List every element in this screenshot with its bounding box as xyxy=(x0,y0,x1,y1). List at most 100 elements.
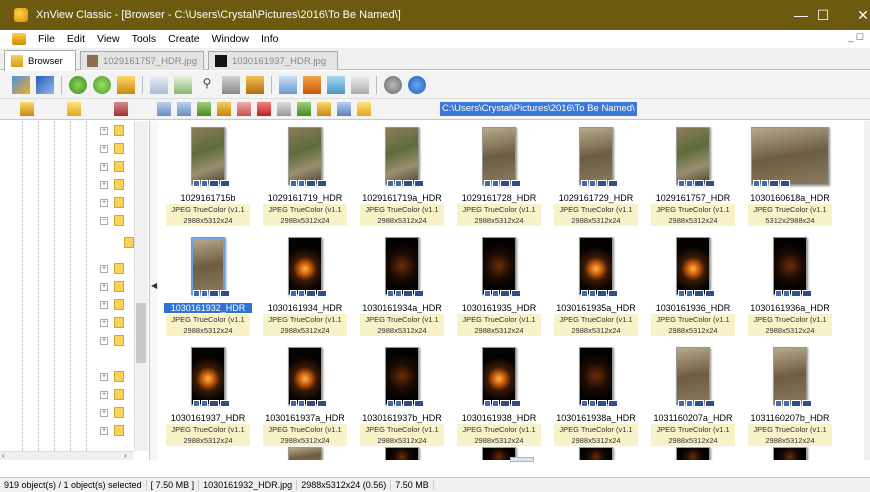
print-icon[interactable] xyxy=(222,75,240,94)
folder-icon[interactable] xyxy=(114,281,124,292)
tree-horizontal-scrollbar[interactable]: ‹ › xyxy=(0,451,134,460)
tab-image-2[interactable]: 1030161937_HDR.jpg xyxy=(208,51,338,70)
folder-icon[interactable] xyxy=(114,125,124,136)
grid-vertical-scrollbar[interactable] xyxy=(864,121,870,460)
thumbnail-item[interactable]: 1030161937_HDR JPEG TrueColor (v1.1 2988x5… xyxy=(160,341,256,449)
tree-scroll-thumb[interactable] xyxy=(136,303,146,363)
thumbnail-image[interactable] xyxy=(482,347,516,405)
thumbnail-item[interactable]: 1030161937b_HDR JPEG TrueColor (v1.1 2988x… xyxy=(354,341,450,449)
screen-icon[interactable] xyxy=(303,75,321,94)
folder-icon[interactable] xyxy=(114,215,124,226)
network-icon[interactable] xyxy=(327,75,345,94)
convert-icon[interactable] xyxy=(174,75,192,94)
tab-browser[interactable]: Browser xyxy=(4,50,76,71)
tree-expand-icon[interactable]: + xyxy=(100,181,108,189)
thumbnail-image[interactable] xyxy=(385,347,419,405)
up-folder-icon[interactable] xyxy=(197,102,211,116)
filter-icon[interactable] xyxy=(317,102,331,116)
thumbnail-image[interactable] xyxy=(676,127,710,185)
thumbnail-image[interactable] xyxy=(385,127,419,185)
scroll-left-icon[interactable]: ‹ xyxy=(2,451,5,460)
folder-icon[interactable] xyxy=(114,143,124,154)
tree-vertical-scrollbar[interactable] xyxy=(134,121,148,451)
thumbnail-item[interactable]: 1029161757_HDR JPEG TrueColor (v1.1 2988x5… xyxy=(645,121,741,229)
thumbnail-image[interactable] xyxy=(579,127,613,185)
open-image-icon[interactable] xyxy=(12,75,30,94)
thumbnail-image[interactable] xyxy=(751,127,829,185)
mdi-window-controls[interactable]: _ ☐ xyxy=(848,32,864,43)
new-folder-icon[interactable] xyxy=(217,102,231,116)
delete-icon[interactable] xyxy=(257,102,271,116)
thumbnail-item[interactable]: 1030161938_HDR JPEG TrueColor (v1.1 2988x5… xyxy=(451,341,547,449)
refresh-icon[interactable] xyxy=(69,75,87,94)
thumbnail-image[interactable] xyxy=(191,347,225,405)
add-favorite-icon[interactable] xyxy=(357,102,371,116)
thumbnail-item[interactable]: 1030161938a_HDR JPEG TrueColor (v1.1 2988x… xyxy=(548,341,644,449)
tree-expand-icon[interactable]: + xyxy=(100,427,108,435)
folder-icon[interactable] xyxy=(114,179,124,190)
thumbnail-image[interactable] xyxy=(773,347,807,405)
thumbnail-grid[interactable]: 1029161715b JPEG TrueColor (v1.1 2988x5312… xyxy=(160,121,870,460)
rotate-icon[interactable] xyxy=(93,75,111,94)
collapse-arrow-icon[interactable]: ◀ xyxy=(151,281,157,290)
tab-image-1[interactable]: 1029161757_HDR.jpg xyxy=(80,51,204,70)
thumbnail-image[interactable] xyxy=(288,127,322,185)
folder-icon[interactable] xyxy=(114,425,124,436)
folders-panel-icon[interactable] xyxy=(20,102,34,116)
tree-expand-icon[interactable]: − xyxy=(100,217,108,225)
sort-icon[interactable] xyxy=(297,102,311,116)
tree-expand-icon[interactable]: + xyxy=(100,409,108,417)
menu-view[interactable]: View xyxy=(91,33,126,45)
thumbnail-item[interactable]: 1030161937a_HDR JPEG TrueColor (v1.1 2988x… xyxy=(257,341,353,449)
thumbnail-item[interactable]: 1030161932_HDR JPEG TrueColor (v1.1 2988x5… xyxy=(160,231,256,339)
thumbnail-item[interactable]: 1030161935a_HDR JPEG TrueColor (v1.1 2988x… xyxy=(548,231,644,339)
menu-file[interactable]: File xyxy=(32,33,61,45)
thumbnail-image[interactable] xyxy=(288,447,322,460)
tree-expand-icon[interactable]: + xyxy=(100,199,108,207)
thumbnail-item[interactable]: 1029161728_HDR JPEG TrueColor (v1.1 2988x5… xyxy=(451,121,547,229)
thumbnail-item[interactable]: 1030161934_HDR JPEG TrueColor (v1.1 2988x5… xyxy=(257,231,353,339)
favorites-icon[interactable] xyxy=(67,102,81,116)
settings-gear-icon[interactable] xyxy=(384,75,402,94)
panel-splitter[interactable]: ◀ xyxy=(150,121,158,460)
info-icon[interactable] xyxy=(408,75,426,94)
thumbnail-image[interactable] xyxy=(579,447,613,460)
address-path[interactable]: C:\Users\Crystal\Pictures\2016\To Be Nam… xyxy=(440,102,637,116)
fullscreen-icon[interactable] xyxy=(36,75,54,94)
thumbnail-item[interactable]: 1030161936a_HDR JPEG TrueColor (v1.1 2988x… xyxy=(742,231,838,339)
folder-tree[interactable]: + + + + + − + + + + + + + + + ‹ › xyxy=(0,121,150,460)
tree-expand-icon[interactable]: + xyxy=(100,301,108,309)
tree-expand-icon[interactable]: + xyxy=(100,337,108,345)
thumbnail-item[interactable]: 1030160618a_HDR JPEG TrueColor (v1.1 5312x… xyxy=(742,121,838,229)
folder-icon[interactable] xyxy=(124,237,134,248)
thumbnail-image[interactable] xyxy=(482,237,516,295)
sync-icon[interactable] xyxy=(337,102,351,116)
rename-icon[interactable] xyxy=(237,102,251,116)
tree-expand-icon[interactable]: + xyxy=(100,283,108,291)
folder-icon[interactable] xyxy=(114,263,124,274)
categories-icon[interactable] xyxy=(114,102,128,116)
forward-icon[interactable] xyxy=(177,102,191,116)
tree-expand-icon[interactable]: + xyxy=(100,265,108,273)
thumbnail-image[interactable] xyxy=(385,237,419,295)
grid-icon[interactable] xyxy=(351,75,369,94)
thumbnail-item[interactable]: 1030161936_HDR JPEG TrueColor (v1.1 2988x5… xyxy=(645,231,741,339)
thumbnail-item[interactable]: 1030161935_HDR JPEG TrueColor (v1.1 2988x5… xyxy=(451,231,547,339)
view-mode-icon[interactable] xyxy=(277,102,291,116)
folder-icon[interactable] xyxy=(114,371,124,382)
tree-expand-icon[interactable]: + xyxy=(100,391,108,399)
folder-icon[interactable] xyxy=(114,407,124,418)
thumbnail-image[interactable] xyxy=(579,237,613,295)
thumbnail-image[interactable] xyxy=(676,447,710,460)
thumbnail-image[interactable] xyxy=(385,447,419,460)
folder-icon[interactable] xyxy=(114,335,124,346)
thumbnail-item[interactable]: 1031160207a_HDR JPEG TrueColor (v1.1 2988x… xyxy=(645,341,741,449)
thumbnail-image[interactable] xyxy=(579,347,613,405)
thumbnail-image[interactable] xyxy=(191,127,225,185)
menu-tools[interactable]: Tools xyxy=(126,33,163,45)
tree-expand-icon[interactable]: + xyxy=(100,163,108,171)
thumbnail-image[interactable] xyxy=(482,127,516,185)
grid-scroll-indicator[interactable] xyxy=(510,457,534,462)
scroll-right-icon[interactable]: › xyxy=(124,451,127,460)
folder-icon[interactable] xyxy=(114,197,124,208)
